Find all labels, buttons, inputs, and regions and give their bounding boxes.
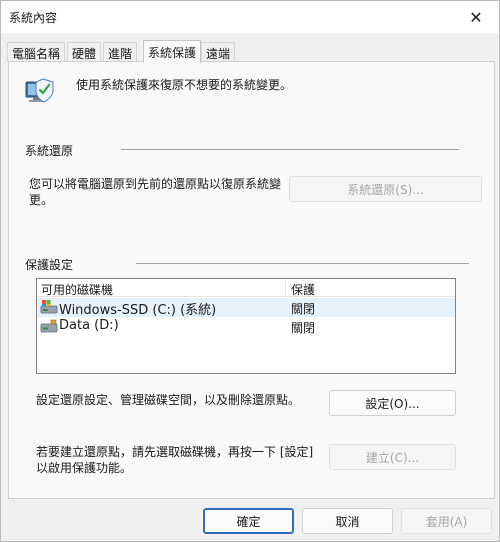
system-drive-icon (40, 300, 58, 314)
title-bar: 系統內容 ✕ (1, 1, 499, 33)
tab-advanced[interactable]: 進階 (103, 42, 138, 62)
configure-description: 設定還原設定、管理磁碟空間，以及刪除還原點。 (36, 393, 301, 407)
drive-name: Data (D:) (59, 318, 119, 333)
tab-remote[interactable]: 遠端 (201, 42, 236, 62)
section-divider (136, 263, 469, 264)
system-restore-heading: 系統還原 (25, 144, 74, 158)
configure-button[interactable]: 設定(O)... (329, 390, 456, 416)
list-header: 可用的磁碟機 保護 (37, 279, 455, 297)
system-restore-button[interactable]: 系統還原(S)... (289, 176, 482, 202)
drive-row[interactable]: Data (D:) 關閉 (37, 317, 455, 336)
intro-text: 使用系統保護來復原不想要的系統變更。 (76, 78, 293, 92)
system-properties-window: 系統內容 ✕ 電腦名稱 硬體 進階 系統保護 遠端 使用系統保護來復原不想要的系… (0, 0, 500, 542)
system-restore-description: 您可以將電腦還原到先前的還原點以復原系統變 更。 (29, 177, 282, 207)
drive-name: Windows-SSD (C:) (系統) (59, 303, 217, 318)
tab-hardware[interactable]: 硬體 (67, 42, 102, 62)
close-button[interactable]: ✕ (453, 1, 499, 33)
column-available-drives[interactable]: 可用的磁碟機 (41, 281, 113, 298)
drive-protection-status: 關閉 (291, 302, 316, 316)
cancel-button[interactable]: 取消 (302, 508, 393, 534)
column-separator[interactable] (285, 279, 286, 297)
close-icon: ✕ (469, 7, 483, 27)
drive-row[interactable]: Windows-SSD (C:) (系統) 關閉 (37, 298, 455, 318)
window-title: 系統內容 (9, 11, 58, 25)
column-protection[interactable]: 保護 (291, 281, 315, 298)
protection-settings-heading: 保護設定 (25, 258, 74, 272)
tab-computer-name[interactable]: 電腦名稱 (7, 42, 66, 62)
ok-button[interactable]: 確定 (203, 508, 294, 534)
tab-strip: 電腦名稱 硬體 進階 系統保護 遠端 (7, 40, 495, 63)
drive-icon (40, 319, 58, 333)
create-description: 若要建立還原點，請先選取磁碟機，再按一下 [設定] 以啟用保護功能。 (36, 445, 314, 475)
section-divider (121, 149, 459, 150)
tab-system-protection[interactable]: 系統保護 (143, 40, 202, 63)
apply-button[interactable]: 套用(A) (401, 508, 492, 534)
create-button[interactable]: 建立(C)... (329, 444, 456, 470)
system-protection-icon (25, 78, 54, 103)
drive-list[interactable]: 可用的磁碟機 保護 Windows-SSD (C:) (系統) 關閉 Data (36, 278, 456, 374)
drive-protection-status: 關閉 (291, 321, 316, 335)
